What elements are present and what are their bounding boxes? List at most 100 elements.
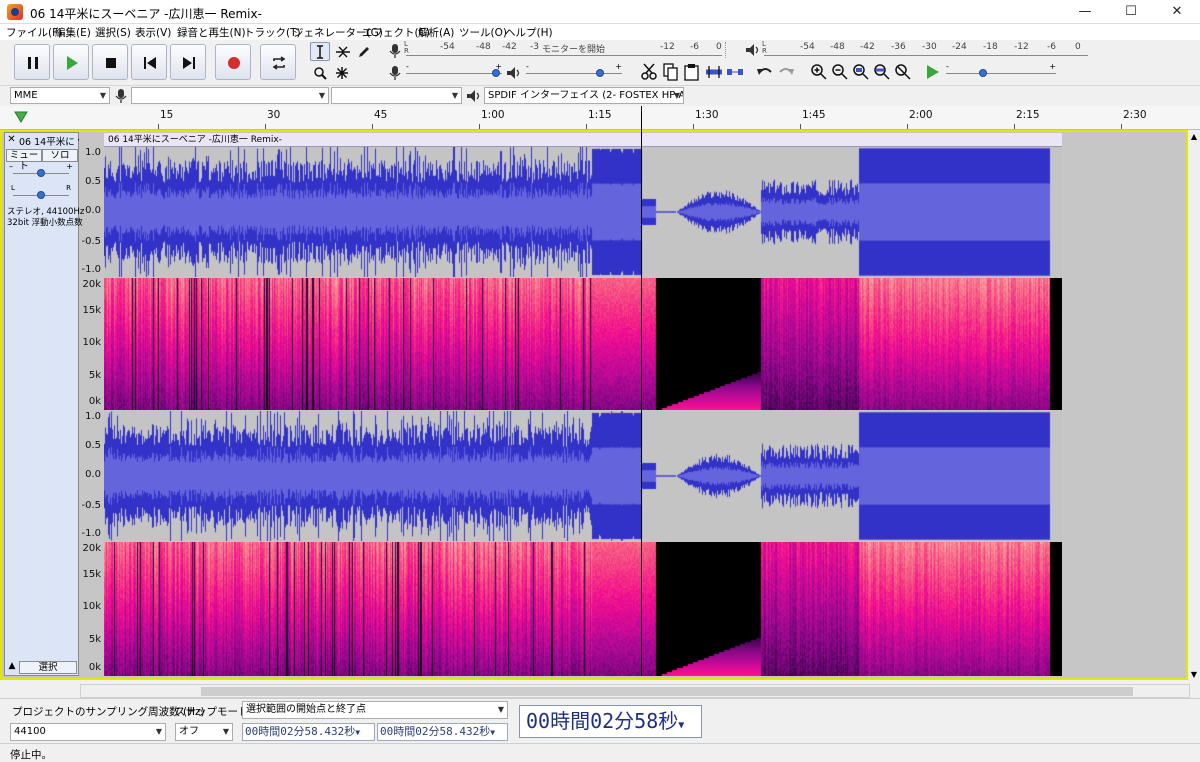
spectrogram-channel-left[interactable]: [104, 278, 1062, 410]
track-name-menu[interactable]: 06 14平米に ▼: [19, 134, 79, 148]
play-at-speed-icon[interactable]: [924, 63, 942, 81]
zoom-out-icon[interactable]: [831, 63, 849, 81]
mute-button[interactable]: ミュート: [6, 149, 42, 172]
silence-audio-icon[interactable]: [726, 63, 744, 81]
speaker-device-icon: [467, 90, 480, 102]
chevron-down-icon: ▼: [155, 727, 162, 736]
scroll-down-icon[interactable]: ▼: [1188, 670, 1200, 682]
gain-slider[interactable]: – +: [9, 162, 73, 179]
menu-analyze[interactable]: 解析(A): [418, 25, 454, 40]
playback-meter[interactable]: L R -54 -48 -42 -36 -30 -24 -18 -12 -6 0: [762, 41, 1088, 58]
waveform-channel-right[interactable]: [104, 411, 1062, 541]
microphone-icon: [389, 44, 401, 58]
ruler-tick-mark: [265, 124, 266, 129]
playback-volume-slider[interactable]: - +: [526, 62, 622, 79]
envelope-icon: [336, 46, 350, 58]
redo-icon[interactable]: [777, 63, 795, 81]
zoom-toggle-icon[interactable]: [894, 63, 912, 81]
audio-host-select[interactable]: MME ▼: [10, 87, 110, 104]
selection-end-time[interactable]: 00時間02分58.432秒▼: [377, 723, 508, 741]
project-rate-select[interactable]: 44100 ▼: [10, 723, 166, 741]
undo-icon[interactable]: [756, 63, 774, 81]
skip-to-start-button[interactable]: [131, 44, 167, 80]
menu-edit[interactable]: 編集(E): [55, 25, 91, 40]
vertical-scrollbar[interactable]: ▲ ▼: [1188, 132, 1200, 682]
track-bitdepth-info: 32bit 浮動小数点数: [7, 218, 83, 228]
draw-tool[interactable]: [354, 42, 374, 61]
skip-to-end-button[interactable]: [170, 44, 206, 80]
menu-select[interactable]: 選択(S): [95, 25, 131, 40]
selection-tool[interactable]: [310, 42, 330, 61]
ruler-tick-label: 1:00: [481, 109, 505, 121]
stop-button[interactable]: [92, 44, 128, 80]
ruler-tick-label: 2:30: [1123, 109, 1147, 121]
scrollbar-thumb[interactable]: [201, 687, 1133, 696]
pause-button[interactable]: [14, 44, 50, 80]
play-button[interactable]: [53, 44, 89, 80]
audio-position-display[interactable]: 00時間02分58秒▼: [519, 705, 702, 738]
zoom-tool[interactable]: [310, 63, 330, 82]
menu-transport[interactable]: 録音と再生(N): [177, 25, 246, 40]
menu-help[interactable]: ヘルプ(H): [505, 25, 553, 40]
toolbar-grip[interactable]: [725, 42, 735, 58]
record-button[interactable]: [215, 44, 251, 80]
minimize-button[interactable]: —: [1062, 0, 1108, 24]
ruler-tick-label: 1:45: [802, 109, 826, 121]
recording-volume-slider[interactable]: - +: [406, 62, 502, 79]
menu-view[interactable]: 表示(V): [135, 25, 171, 40]
multi-tool[interactable]: [332, 63, 352, 82]
collapse-track-button[interactable]: ▲: [6, 661, 18, 674]
skip-start-icon: [144, 57, 156, 69]
envelope-tool[interactable]: [332, 42, 352, 61]
close-track-button[interactable]: ✕: [6, 134, 17, 146]
asterisk-icon: [336, 67, 348, 79]
chevron-down-icon: ▼: [99, 91, 106, 100]
selection-mode-select[interactable]: 選択範囲の開始点と終了点 ▼: [242, 701, 508, 719]
menu-bar: ファイル(F) 編集(E) 選択(S) 表示(V) 録音と再生(N) トラック(…: [0, 24, 1200, 40]
select-track-button[interactable]: 選択: [19, 661, 77, 674]
solo-button[interactable]: ソロ: [42, 149, 78, 162]
ruler-tick-label: 30: [267, 109, 281, 121]
menu-tools[interactable]: ツール(O): [459, 25, 507, 40]
chevron-down-icon: ▼: [490, 728, 496, 737]
copy-icon[interactable]: [662, 63, 680, 81]
pan-slider[interactable]: L R: [11, 184, 71, 201]
ibeam-icon: [317, 45, 323, 59]
timeline-ruler[interactable]: 1530451:001:151:301:452:002:152:302:453:…: [0, 106, 1200, 130]
ruler-tick-mark: [800, 124, 801, 129]
maximize-button[interactable]: ☐: [1108, 0, 1154, 24]
scroll-up-icon[interactable]: ▲: [1188, 132, 1200, 144]
fit-selection-icon[interactable]: [852, 63, 870, 81]
recording-channels-select[interactable]: ▼: [331, 87, 462, 104]
magnifier-icon: [314, 67, 327, 80]
clip-name-bar[interactable]: 06 14平米にスーベニア -広川恵一 Remix-: [104, 133, 1062, 147]
loop-button[interactable]: [260, 44, 296, 80]
paste-icon[interactable]: [683, 63, 701, 81]
zoom-in-icon[interactable]: [810, 63, 828, 81]
spectrogram-canvas: [104, 278, 1062, 410]
waveform-channel-left[interactable]: [104, 147, 1062, 277]
stop-icon: [106, 58, 116, 68]
playback-device-select[interactable]: SPDIF インターフェイス (2- FOSTEX HP-A3 ▼: [484, 87, 684, 104]
snap-mode-select[interactable]: オフ ▼: [175, 723, 233, 741]
ruler-tick-mark: [158, 124, 159, 129]
menu-file[interactable]: ファイル(F): [6, 25, 62, 40]
snap-mode-label: スナップモード: [175, 706, 249, 718]
horizontal-scrollbar[interactable]: [80, 684, 1190, 698]
fit-project-icon[interactable]: [873, 63, 891, 81]
spectrogram-channel-right[interactable]: [104, 542, 1062, 676]
ruler-tick-label: 2:15: [1016, 109, 1040, 121]
chevron-down-icon: ▼: [497, 705, 504, 714]
recording-device-select[interactable]: ▼: [131, 87, 329, 104]
selection-start-time[interactable]: 00時間02分58.432秒▼: [242, 723, 375, 741]
pause-icon: [28, 57, 38, 69]
close-window-button[interactable]: ✕: [1154, 0, 1200, 24]
pin-playhead-icon[interactable]: [14, 111, 28, 123]
trim-audio-icon[interactable]: [705, 63, 723, 81]
cut-icon[interactable]: [640, 63, 658, 81]
microphone-device-icon: [115, 89, 127, 103]
loop-icon: [272, 56, 286, 70]
play-speed-slider[interactable]: - +: [946, 62, 1056, 79]
record-meter[interactable]: L R -54 -48 -42 -3 モニターを開始 -12 -6 0: [404, 41, 722, 58]
track-control-panel: ✕ 06 14平米に ▼ ミュート ソロ – + L R ステレオ, 44100…: [4, 132, 84, 676]
